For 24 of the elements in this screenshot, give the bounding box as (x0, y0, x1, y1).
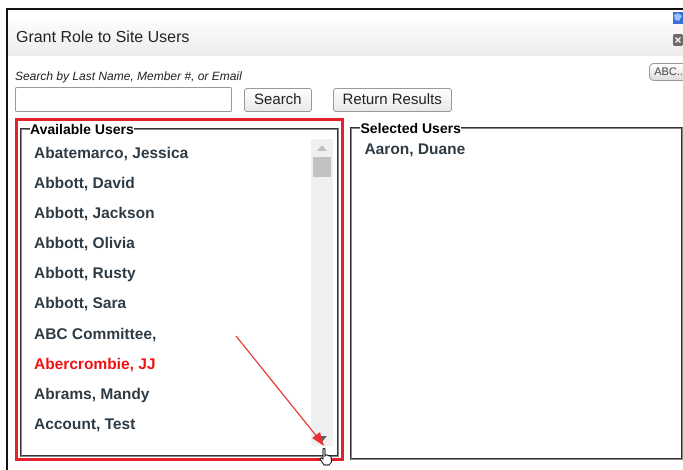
scrollbar[interactable] (311, 139, 334, 446)
user-item[interactable]: Abbott, David (30, 175, 188, 206)
selected-users-legend: Selected Users (360, 120, 461, 136)
user-item[interactable]: Abbott, Olivia (30, 235, 188, 266)
return-results-button[interactable]: Return Results (332, 88, 452, 112)
scroll-thumb[interactable] (313, 157, 332, 177)
hand-cursor-icon (319, 448, 333, 466)
user-item[interactable]: Account, Test (30, 416, 188, 446)
search-field[interactable] (15, 87, 232, 112)
user-item[interactable]: Abbott, Rusty (30, 265, 188, 296)
search-label: Search by Last Name, Member #, or Email (15, 69, 242, 83)
dialog-title: Grant Role to Site Users (16, 29, 190, 47)
user-item[interactable]: ABC Committee, (30, 326, 188, 356)
available-users-legend: Available Users (30, 121, 134, 137)
alphabet-button[interactable]: ABC... (649, 63, 683, 81)
user-item[interactable]: Abbott, Jackson (30, 205, 188, 236)
user-item[interactable]: Aaron, Duane (360, 141, 677, 172)
user-item[interactable]: Abatemarco, Jessica (30, 145, 188, 176)
user-item[interactable]: Abrams, Mandy (30, 386, 188, 416)
user-item[interactable]: Abbott, Sara (30, 295, 188, 326)
search-button[interactable]: Search (244, 88, 312, 112)
user-item[interactable]: Abercrombie, JJ (30, 356, 188, 386)
close-icon[interactable] (673, 34, 683, 46)
scroll-up-icon[interactable] (317, 145, 328, 151)
